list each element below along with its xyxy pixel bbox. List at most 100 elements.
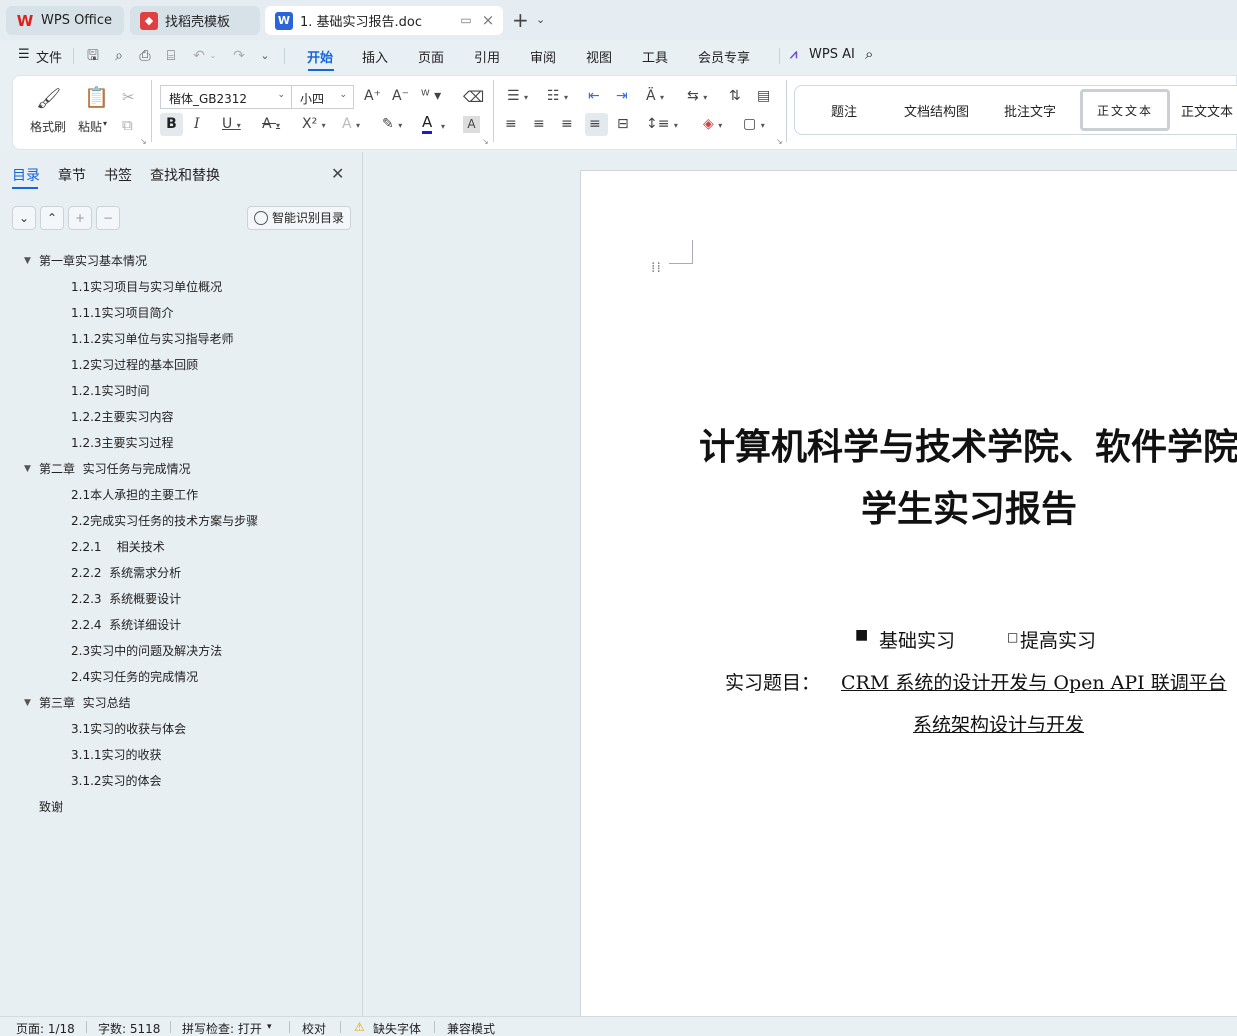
font-name-select[interactable]: 楷体_GB2312 ⌄ xyxy=(160,85,292,109)
collapse-up-button[interactable]: ⌃ xyxy=(40,206,64,230)
save-icon[interactable]: 🖫 xyxy=(84,47,102,65)
toc-item[interactable]: 致谢 xyxy=(39,798,63,815)
font-color-dropdown-icon[interactable]: ▾ xyxy=(441,118,445,132)
style-body-text-selected[interactable]: 正文文本 xyxy=(1080,89,1170,131)
share-icon[interactable]: ⌕ xyxy=(110,47,128,65)
bullet-list-icon[interactable]: ☰ ▾ xyxy=(507,88,528,104)
undo-dropdown-icon[interactable]: ⌄ xyxy=(204,47,222,65)
collapse-triangle-icon[interactable]: ▼ xyxy=(24,698,31,708)
print-icon[interactable]: ⎙ xyxy=(136,47,154,65)
shading-icon[interactable]: ◈ ▾ xyxy=(703,116,722,132)
menu-references[interactable]: 引用 xyxy=(474,47,500,66)
topic-line-2[interactable]: 系统架构设计与开发 xyxy=(913,710,1094,737)
style-comment-text[interactable]: 批注文字 xyxy=(1004,101,1056,120)
menu-tools[interactable]: 工具 xyxy=(642,47,668,66)
increase-indent-icon[interactable]: ⇥ xyxy=(616,88,628,104)
paste-icon[interactable]: 📋 xyxy=(84,85,109,109)
menu-home[interactable]: 开始 xyxy=(307,47,333,66)
style-doc-map[interactable]: 文档结构图 xyxy=(904,101,969,120)
paste-dropdown-icon[interactable]: ▾ xyxy=(103,119,107,128)
search-icon[interactable]: ⌕ xyxy=(865,45,873,63)
drag-handle-icon[interactable]: ⁞⁞ xyxy=(651,261,662,275)
clipboard-launcher-icon[interactable]: ↘ xyxy=(140,137,147,146)
checkbox-empty-icon[interactable]: □ xyxy=(1007,630,1018,644)
collapse-triangle-icon[interactable]: ▼ xyxy=(24,256,31,266)
smart-toc-button[interactable]: 智能识别目录 xyxy=(247,206,351,230)
document-title-line-1[interactable]: 计算机科学与技术学院、软件学院 xyxy=(699,418,1237,470)
tab-docer-templates[interactable]: ◆ 找稻壳模板 xyxy=(130,6,260,35)
paragraph-launcher-icon[interactable]: ↘ xyxy=(776,137,783,146)
menu-member[interactable]: 会员专享 xyxy=(698,47,750,66)
tab-sections[interactable]: 章节 xyxy=(58,165,86,185)
chevron-down-icon[interactable]: ⌄ xyxy=(536,13,545,26)
toc-item[interactable]: 2.2完成实习任务的技术方案与步骤 xyxy=(71,512,258,529)
copy-icon[interactable]: ⧉ xyxy=(122,116,133,134)
page-indicator[interactable]: 页面: 1/18 xyxy=(16,1020,75,1036)
decrease-indent-icon[interactable]: ⇤ xyxy=(588,88,600,104)
align-left-icon[interactable]: ≡ xyxy=(505,116,517,132)
font-launcher-icon[interactable]: ↘ xyxy=(482,137,489,146)
tab-bookmarks[interactable]: 书签 xyxy=(104,165,132,185)
char-shading-icon[interactable]: A xyxy=(463,116,480,133)
bold-button[interactable]: B xyxy=(160,113,183,136)
menu-insert[interactable]: 插入 xyxy=(362,47,388,66)
add-level-button[interactable]: + xyxy=(68,206,92,230)
print-preview-icon[interactable]: ⌸ xyxy=(162,47,180,65)
more-dropdown-icon[interactable]: ⌄ xyxy=(256,47,274,65)
menu-wps-ai[interactable]: WPS AI xyxy=(809,47,855,62)
toc-item[interactable]: 3.1.2实习的体会 xyxy=(71,772,162,789)
tab-toc[interactable]: 目录 xyxy=(12,165,40,185)
toc-item[interactable]: 1.1.1实习项目简介 xyxy=(71,304,174,321)
toc-item[interactable]: 第三章 实习总结 xyxy=(39,694,131,711)
close-icon[interactable]: ✕ xyxy=(331,164,344,183)
redo-icon[interactable]: ↷ xyxy=(230,47,248,65)
toc-item[interactable]: 1.1.2实习单位与实习指导老师 xyxy=(71,330,234,347)
document-title-line-2[interactable]: 学生实习报告 xyxy=(861,480,1077,532)
tab-window-icon[interactable]: ▭ xyxy=(458,12,474,28)
missing-font-button[interactable]: 缺失字体 xyxy=(373,1020,421,1036)
toc-item[interactable]: 1.2.2主要实习内容 xyxy=(71,408,174,425)
menu-review[interactable]: 审阅 xyxy=(530,47,556,66)
proofread-button[interactable]: 校对 xyxy=(302,1020,326,1036)
option-advanced[interactable]: 提高实习 xyxy=(1020,626,1096,653)
toc-item[interactable]: 1.1实习项目与实习单位概况 xyxy=(71,278,222,295)
underline-icon[interactable]: U ▾ xyxy=(222,116,241,132)
toc-item[interactable]: 2.1本人承担的主要工作 xyxy=(71,486,198,503)
font-color-icon[interactable]: A xyxy=(422,113,433,134)
tab-wps-office[interactable]: W WPS Office xyxy=(6,6,124,35)
sort-icon[interactable]: ⇅ xyxy=(729,88,741,104)
font-size-select[interactable]: 小四 ⌄ xyxy=(291,85,354,109)
toc-item[interactable]: 2.3实习中的问题及解决方法 xyxy=(71,642,222,659)
toc-item[interactable]: 1.2实习过程的基本回顾 xyxy=(71,356,198,373)
phonetic-guide-icon[interactable]: ᵂ ▾ xyxy=(421,88,441,104)
strikethrough-icon[interactable]: A ▾ xyxy=(262,116,280,132)
remove-level-button[interactable]: − xyxy=(96,206,120,230)
document-page[interactable] xyxy=(580,170,1237,1016)
numbered-list-icon[interactable]: ☷ ▾ xyxy=(547,88,568,104)
checkbox-filled-icon[interactable]: ■ xyxy=(855,627,868,643)
wps-ai-icon[interactable]: ⩘ xyxy=(790,47,797,62)
collapse-triangle-icon[interactable]: ▼ xyxy=(24,464,31,474)
text-effect-icon[interactable]: A ▾ xyxy=(342,116,360,132)
expand-down-button[interactable]: ⌄ xyxy=(12,206,36,230)
align-right-icon[interactable]: ≡ xyxy=(561,116,573,132)
toc-item[interactable]: 2.2.3 系统概要设计 xyxy=(71,590,181,607)
style-caption[interactable]: 题注 xyxy=(831,101,857,120)
toc-item[interactable]: 2.2.2 系统需求分析 xyxy=(71,564,181,581)
format-painter-icon[interactable]: 🖌 xyxy=(36,86,61,110)
toc-item[interactable]: 2.2.1 相关技术 xyxy=(71,538,165,555)
distribute-icon[interactable]: ⊟ xyxy=(617,116,629,132)
line-spacing-convert-icon[interactable]: ⇆ ▾ xyxy=(687,88,707,104)
menu-view[interactable]: 视图 xyxy=(586,47,612,66)
align-center-icon[interactable]: ≡ xyxy=(533,116,545,132)
spell-check-status[interactable]: 拼写检查: 打开 xyxy=(182,1020,262,1036)
chevron-down-icon[interactable]: ▾ xyxy=(267,1022,272,1032)
superscript-icon[interactable]: X² ▾ xyxy=(302,116,326,132)
paste-button[interactable]: 粘贴 xyxy=(78,118,102,135)
word-count[interactable]: 字数: 5118 xyxy=(98,1020,160,1036)
cut-icon[interactable]: ✂ xyxy=(122,88,135,106)
tab-find-replace[interactable]: 查找和替换 xyxy=(150,165,220,185)
style-body-text-2[interactable]: 正文文本 xyxy=(1181,101,1233,120)
format-painter-button[interactable]: 格式刷 xyxy=(30,118,66,135)
toc-item[interactable]: 3.1.1实习的收获 xyxy=(71,746,162,763)
